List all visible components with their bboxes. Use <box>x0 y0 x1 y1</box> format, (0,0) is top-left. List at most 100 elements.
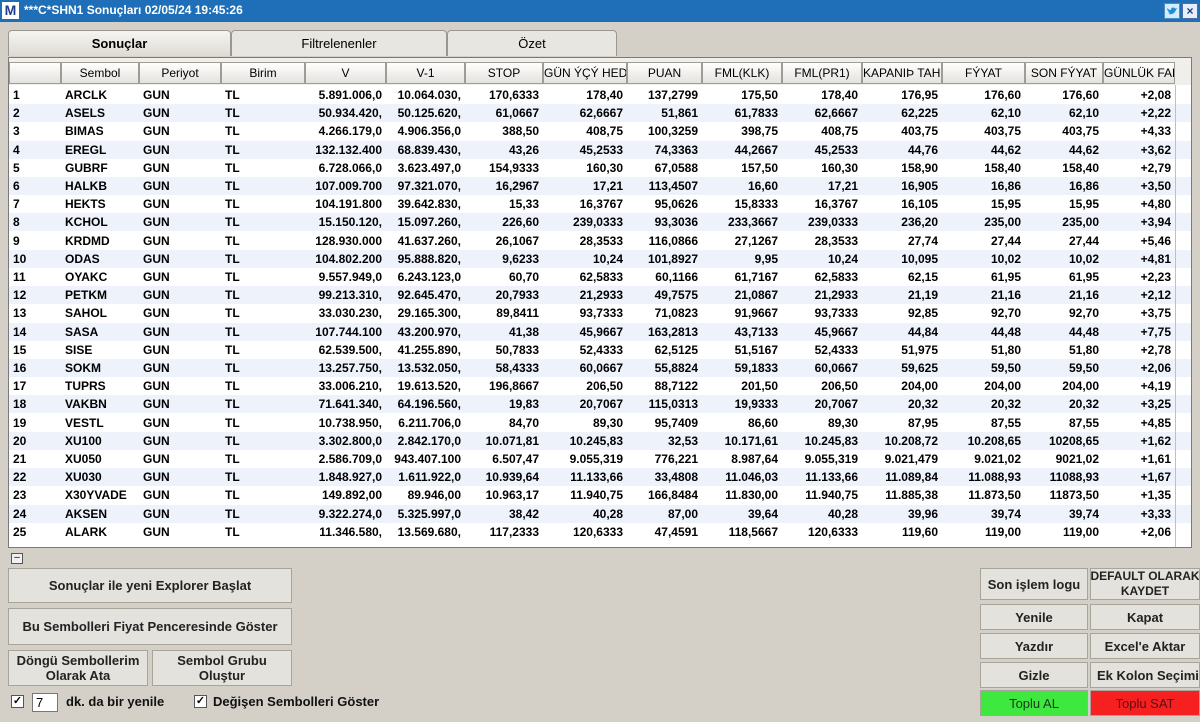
col-header-intraday-target[interactable]: GÜN ÝÇÝ HEDEF <box>543 62 627 84</box>
close-window-icon[interactable]: × <box>1182 3 1198 19</box>
cell-daily-change: +3,33 <box>1140 506 1171 521</box>
cell-score: 93,3036 <box>654 215 698 230</box>
cell-intraday-target: 62,6667 <box>579 106 623 121</box>
cell-price: 44,48 <box>990 324 1021 339</box>
cell-row-number: 8 <box>13 215 20 230</box>
start-explorer-button[interactable]: Sonuçlar ile yeni Explorer Başlat <box>8 568 292 603</box>
table-row[interactable]: 6 HALKB GUN TL 107.009.700 97.321.070, 16,2967… <box>9 177 1191 195</box>
tab-ozet[interactable]: Özet <box>447 30 617 56</box>
cell-daily-change: +2,08 <box>1140 88 1171 102</box>
table-row[interactable]: 12 PETKM GUN TL 99.213.310, 92.645.470, 20,793… <box>9 286 1191 305</box>
bird-icon[interactable] <box>1164 3 1180 19</box>
tab-sonuclar[interactable]: Sonuçlar <box>8 30 231 56</box>
cell-daily-change: +1,62 <box>1140 433 1171 448</box>
table-row[interactable]: 23 X30YVADE GUN TL 149.892,00 89.946,00 10.963… <box>9 486 1191 504</box>
table-row[interactable]: 9 KRDMD GUN TL 128.930.000 41.637.260, 26,1067… <box>9 232 1191 250</box>
col-header-score[interactable]: PUAN <box>627 62 702 84</box>
cell-daily-change: +2,22 <box>1140 106 1171 121</box>
col-header-volume[interactable]: V <box>305 62 386 84</box>
sell-all-button[interactable]: Toplu SAT <box>1090 690 1200 716</box>
table-row[interactable]: 3 BIMAS GUN TL 4.266.179,0 4.906.356,0 388,50 4… <box>9 122 1191 140</box>
cell-daily-change: +4,85 <box>1140 415 1171 430</box>
table-row[interactable]: 5 GUBRF GUN TL 6.728.066,0 3.623.497,0 154,933… <box>9 159 1191 177</box>
print-button[interactable]: Yazdır <box>980 633 1088 659</box>
assign-cycle-symbols-button[interactable]: Döngü Sembollerim Olarak Ata <box>8 650 148 686</box>
cell-period: GUN <box>143 124 170 139</box>
table-row[interactable]: 16 SOKM GUN TL 13.257.750, 13.532.050, 58,4333… <box>9 359 1191 377</box>
col-header-price[interactable]: FÝYAT <box>942 62 1025 84</box>
export-excel-button[interactable]: Excel'e Aktar <box>1090 633 1200 659</box>
close-button[interactable]: Kapat <box>1090 604 1200 630</box>
cell-fml-klk: 11.830,00 <box>725 488 778 503</box>
cell-close-estimate: 92,85 <box>907 306 938 321</box>
cell-intraday-target: 10,24 <box>592 251 623 266</box>
cell-score: 166,8484 <box>647 488 698 503</box>
cell-symbol: SOKM <box>65 361 101 375</box>
table-row[interactable]: 13 SAHOL GUN TL 33.030.230, 29.165.300, 89,841… <box>9 304 1191 322</box>
cell-fml-klk: 61,7833 <box>734 106 778 121</box>
show-in-price-window-button[interactable]: Bu Sembolleri Fiyat Penceresinde Göster <box>8 608 292 645</box>
create-symbol-group-button[interactable]: Sembol Grubu Oluştur <box>152 650 292 686</box>
table-row[interactable]: 11 OYAKC GUN TL 9.557.949,0 6.243.123,0 60,70 6… <box>9 268 1191 286</box>
cell-price: 10.208,65 <box>967 433 1021 448</box>
last-operation-log-button[interactable]: Son işlem logu <box>980 568 1088 600</box>
refresh-minutes-input[interactable]: 7 <box>32 693 58 712</box>
col-header-fml-pr1[interactable]: FML(PR1) <box>782 62 862 84</box>
cell-close-estimate: 62,15 <box>907 270 938 284</box>
table-row[interactable]: 14 SASA GUN TL 107.744.100 43.200.970, 41,38 45… <box>9 322 1191 341</box>
cell-score: 101,8927 <box>647 251 698 266</box>
table-row[interactable]: 10 ODAS GUN TL 104.802.200 95.888.820, 9,6233 1… <box>9 249 1191 268</box>
show-changed-checkbox[interactable]: ✓ <box>194 695 207 708</box>
table-row[interactable]: 8 KCHOL GUN TL 15.150.120, 15.097.260, 226,60 2… <box>9 213 1191 232</box>
table-row[interactable]: 1 ARCLK GUN TL 5.891.006,0 10.064.030, 170,633… <box>9 86 1191 104</box>
table-row[interactable]: 2 ASELS GUN TL 50.934.420, 50.125.620, 61,0667… <box>9 104 1191 123</box>
cell-stop: 10.071,81 <box>485 433 539 448</box>
col-header-period[interactable]: Periyot <box>139 62 221 84</box>
cell-symbol: GUBRF <box>65 160 108 175</box>
save-as-default-button[interactable]: DEFAULT OLARAK KAYDET <box>1090 568 1200 600</box>
auto-refresh-checkbox[interactable]: ✓ <box>11 695 24 708</box>
cell-last-price: 27,44 <box>1068 233 1099 248</box>
col-header-symbol[interactable]: Sembol <box>61 62 139 84</box>
cell-last-price: 9021,02 <box>1055 452 1099 466</box>
table-row[interactable]: 15 SISE GUN TL 62.539.500, 41.255.890, 50,7833… <box>9 341 1191 359</box>
col-header-daily-change[interactable]: GÜNLÜK FARK <box>1103 62 1175 84</box>
table-row[interactable]: 4 EREGL GUN TL 132.132.400 68.839.430, 43,26 45… <box>9 140 1191 159</box>
table-row[interactable]: 22 XU030 GUN TL 1.848.927,0 1.611.922,0 10.939… <box>9 468 1191 487</box>
table-row[interactable]: 19 VESTL GUN TL 10.738.950, 6.211.706,0 84,70 8… <box>9 414 1191 432</box>
buy-all-button[interactable]: Toplu AL <box>980 690 1088 716</box>
hide-button[interactable]: Gizle <box>980 662 1088 688</box>
cell-volume: 107.009.700 <box>315 179 382 193</box>
col-header-volume-prev[interactable]: V-1 <box>386 62 465 84</box>
table-row[interactable]: 20 XU100 GUN TL 3.302.800,0 2.842.170,0 10.071… <box>9 431 1191 450</box>
tab-filtrelenenler[interactable]: Filtrelenenler <box>231 30 447 56</box>
cell-price: 21,16 <box>990 288 1021 303</box>
table-row[interactable]: 18 VAKBN GUN TL 71.641.340, 64.196.560, 19,83 2… <box>9 395 1191 414</box>
collapse-toggle[interactable]: – <box>11 553 23 564</box>
col-header-row-number[interactable] <box>9 62 61 84</box>
cell-price: 92,70 <box>990 306 1021 321</box>
col-header-fml-klk[interactable]: FML(KLK) <box>702 62 782 84</box>
col-header-unit[interactable]: Birim <box>221 62 305 84</box>
extra-column-select-button[interactable]: Ek Kolon Seçimi <box>1090 662 1200 688</box>
col-header-close-estimate[interactable]: KAPANIÞ TAHMİN <box>862 62 942 84</box>
col-header-stop[interactable]: STOP <box>465 62 543 84</box>
cell-unit: TL <box>225 324 240 339</box>
cell-fml-pr1: 16,3767 <box>814 197 858 212</box>
cell-fml-klk: 59,1833 <box>734 361 778 375</box>
table-row[interactable]: 25 ALARK GUN TL 11.346.580, 13.569.680, 117,23… <box>9 523 1191 541</box>
cell-fml-klk: 398,75 <box>741 124 778 139</box>
cell-last-price: 20,32 <box>1068 397 1099 412</box>
cell-score: 47,4591 <box>654 524 698 539</box>
results-grid[interactable]: SembolPeriyotBirimVV-1STOPGÜN ÝÇÝ HEDEFP… <box>8 57 1192 548</box>
cell-score: 51,861 <box>661 106 698 121</box>
table-row[interactable]: 24 AKSEN GUN TL 9.322.274,0 5.325.997,0 38,42 4… <box>9 504 1191 523</box>
col-header-last-price[interactable]: SON FÝYAT <box>1025 62 1103 84</box>
table-row[interactable]: 7 HEKTS GUN TL 104.191.800 39.642.830, 15,33 16… <box>9 195 1191 213</box>
refresh-button[interactable]: Yenile <box>980 604 1088 630</box>
cell-fml-pr1: 45,9667 <box>814 324 858 339</box>
table-row[interactable]: 21 XU050 GUN TL 2.586.709,0 943.407.100 6.507,… <box>9 450 1191 468</box>
cell-row-number: 10 <box>13 251 27 266</box>
table-row[interactable]: 17 TUPRS GUN TL 33.006.210, 19.613.520, 196,86… <box>9 377 1191 395</box>
cell-row-number: 12 <box>13 288 27 303</box>
